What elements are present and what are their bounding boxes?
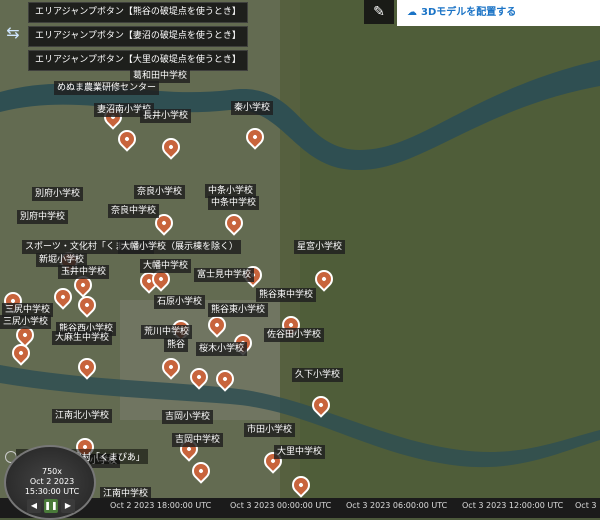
- place-label: 熊谷東中学校: [256, 288, 317, 302]
- place-label: めぬま農業研修センター: [54, 81, 160, 95]
- place-label: 熊谷: [164, 338, 189, 352]
- timeline-tick: Oct 3 2023 00:00:00 UTC: [230, 501, 332, 510]
- area-jump-button-menuma[interactable]: エリアジャンプボタン【妻沼の破堤点を使うとき】: [28, 26, 248, 47]
- place-label: 吉岡小学校: [162, 410, 214, 424]
- place-label: 中条中学校: [208, 196, 260, 210]
- timeline-tick: Oct 3: [575, 501, 597, 510]
- place-label: 大幡中学校: [140, 259, 192, 273]
- place-label: 吉岡中学校: [172, 433, 224, 447]
- place-label: 大麻生中学校: [52, 331, 113, 345]
- place-label: 三尻小学校: [0, 315, 52, 329]
- timeline-tick: Oct 3 2023 06:00:00 UTC: [346, 501, 448, 510]
- place-label: 熊谷東小学校: [208, 303, 269, 317]
- area-jump-button-kumagaya[interactable]: エリアジャンプボタン【熊谷の破堤点を使うとき】: [28, 2, 248, 23]
- place-label: 石原小学校: [154, 295, 206, 309]
- place-label: 奈良小学校: [134, 185, 186, 199]
- place-label: 佐谷田小学校: [264, 328, 325, 342]
- clock-time: 15:30:00 UTC: [24, 487, 80, 496]
- area-jump-button-osato[interactable]: エリアジャンプボタン【大里の破堤点を使うとき】: [28, 50, 248, 71]
- place-label: 奈良中学校: [108, 204, 160, 218]
- play-forward-button[interactable]: ▶: [61, 499, 75, 513]
- timeline-tick: Oct 2 2023 18:00:00 UTC: [110, 501, 212, 510]
- cloud-upload-icon: ☁: [407, 7, 417, 18]
- place-label: 玉井中学校: [58, 265, 110, 279]
- place-label: 星宮小学校: [294, 240, 346, 254]
- place-label: 大幡小学校（展示棟を除く）: [118, 240, 242, 254]
- pause-button[interactable]: ❚❚: [44, 499, 58, 513]
- route-icon[interactable]: ⇆: [2, 22, 24, 44]
- place-label: 長井小学校: [140, 109, 192, 123]
- place-label: 別府小学校: [32, 187, 84, 201]
- play-reverse-button[interactable]: ◀: [27, 499, 41, 513]
- clock-readout: 750x Oct 2 2023 15:30:00 UTC: [22, 467, 82, 497]
- place-label: 桜木小学校: [196, 342, 248, 356]
- timeline-tick: Oct 3 2023 12:00:00 UTC: [462, 501, 564, 510]
- playback-speed: 750x: [41, 467, 62, 476]
- place-3d-model-button[interactable]: ☁ 3Dモデルを配置する: [397, 0, 600, 26]
- place-label: 秦小学校: [231, 101, 274, 115]
- place-label: 市田小学校: [244, 423, 296, 437]
- place-label: 荒川中学校: [141, 325, 193, 339]
- ruler-icon: ✎: [373, 4, 385, 20]
- clock-date: Oct 2 2023: [29, 477, 75, 486]
- place-label: 富士見中学校: [194, 268, 255, 282]
- place-label: 大里中学校: [274, 445, 326, 459]
- place-label: 別府中学校: [17, 210, 69, 224]
- place-label: 江南北小学校: [52, 409, 113, 423]
- place-label: 久下小学校: [292, 368, 344, 382]
- ruler-button[interactable]: ✎: [364, 0, 394, 24]
